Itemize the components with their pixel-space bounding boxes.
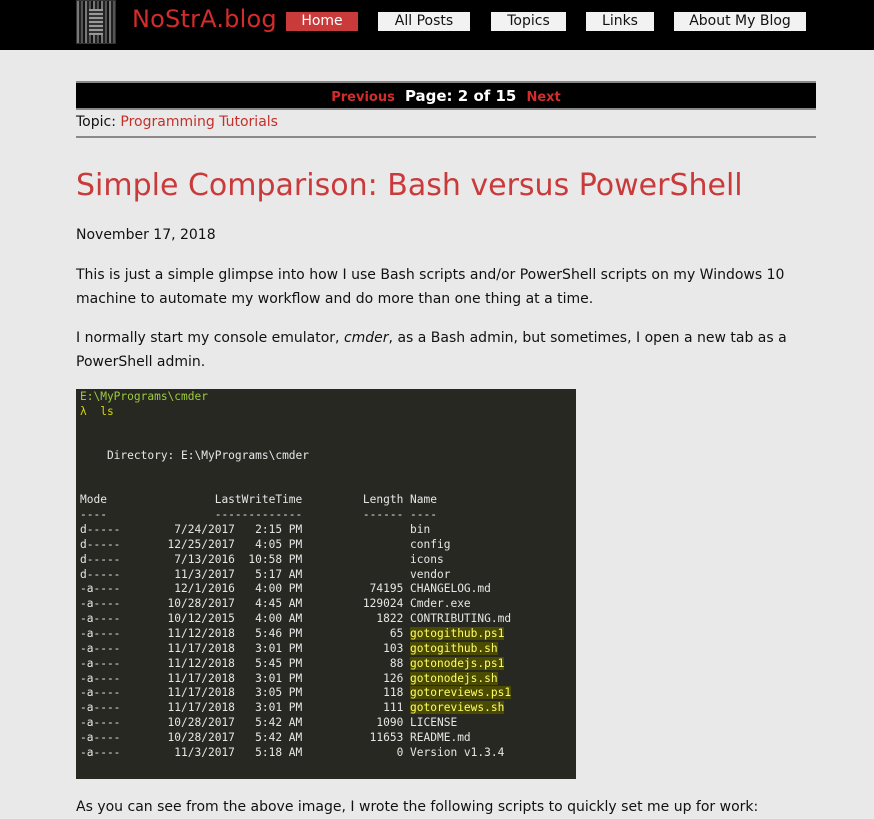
terminal-row-info: -a---- 11/17/2018 3:01 PM 103	[80, 641, 411, 655]
terminal-directory: Directory: E:\MyPrograms\cmder	[80, 449, 310, 462]
terminal-screenshot: E:\MyPrograms\cmder λ ls Directory: E:\M…	[76, 389, 576, 779]
terminal-divider: ---- ------------- ------ ----	[80, 508, 437, 521]
terminal-row: -a---- 12/1/2016 4:00 PM 74195 CHANGELOG…	[80, 581, 491, 596]
terminal-row-info: -a---- 10/12/2015 4:00 AM 1822	[80, 612, 411, 626]
post-paragraph: As you can see from the above image, I w…	[76, 799, 759, 815]
topic-label: Topic:	[76, 114, 121, 130]
topic-line: Topic: Programming Tutorials	[76, 114, 816, 138]
next-page-link[interactable]: Next	[526, 90, 560, 105]
terminal-file-name: README.md	[410, 730, 471, 744]
site-title[interactable]: NoStrA.blog	[132, 5, 277, 33]
terminal-file-name: gotogithub.ps1	[410, 626, 505, 640]
terminal-row: -a---- 10/28/2017 4:45 AM 129024 Cmder.e…	[80, 596, 471, 611]
nav-links[interactable]: Links	[586, 12, 654, 31]
terminal-file-name: bin	[410, 523, 431, 536]
terminal-row: -a---- 11/12/2018 5:45 PM 88 gotonodejs.…	[80, 656, 505, 671]
terminal-row-info: -a---- 11/17/2018 3:01 PM 126	[80, 671, 411, 685]
terminal-row-info: -a---- 10/28/2017 5:42 AM 1090	[80, 716, 411, 730]
terminal-row-info: -a---- 10/28/2017 5:42 AM 11653	[80, 730, 411, 744]
site-header: NoStrA.blog Home All Posts Topics Links …	[0, 0, 874, 50]
terminal-row-info: d----- 11/3/2017 5:17 AM	[80, 567, 411, 581]
page-indicator: Page: 2 of 15	[404, 87, 517, 105]
terminal-file-name: vendor	[410, 567, 451, 581]
terminal-row: -a---- 10/28/2017 5:42 AM 11653 README.m…	[80, 730, 471, 745]
terminal-row: -a---- 11/17/2018 3:01 PM 111 gotoreview…	[80, 700, 505, 715]
terminal-row: -a---- 10/28/2017 5:42 AM 1090 LICENSE	[80, 715, 457, 730]
terminal-row: -a---- 11/12/2018 5:46 PM 65 gotogithub.…	[80, 626, 505, 641]
terminal-row: -a---- 11/17/2018 3:01 PM 126 gotonodejs…	[80, 671, 498, 686]
terminal-file-name: gotonodejs.ps1	[410, 656, 505, 670]
terminal-column-header: Mode LastWriteTime Length Name	[80, 493, 437, 506]
terminal-row-info: d----- 7/24/2017 2:15 PM	[80, 523, 411, 536]
terminal-file-name: icons	[410, 552, 444, 566]
terminal-row: d----- 7/13/2016 10:58 PM icons	[80, 552, 444, 567]
terminal-row-info: -a---- 10/28/2017 4:45 AM 129024	[80, 597, 411, 611]
terminal-file-name: Version v1.3.4	[410, 745, 505, 759]
nav-home[interactable]: Home	[286, 12, 358, 31]
terminal-row-info: -a---- 11/12/2018 5:45 PM 88	[80, 656, 411, 670]
terminal-row-info: -a---- 12/1/2016 4:00 PM 74195	[80, 582, 411, 596]
logo-inner	[89, 9, 103, 35]
terminal-row: -a---- 11/3/2017 5:18 AM 0 Version v1.3.…	[80, 745, 504, 760]
post-paragraph: I normally start my console emulator, cm…	[76, 326, 816, 374]
emphasis-cmder: cmder	[343, 330, 389, 346]
terminal-file-name: Cmder.exe	[410, 597, 471, 611]
terminal-row-info: -a---- 11/3/2017 5:18 AM 0	[80, 745, 411, 759]
logo-icon[interactable]	[76, 0, 116, 44]
terminal-file-name: CONTRIBUTING.md	[410, 612, 512, 626]
terminal-row-info: d----- 12/25/2017 4:05 PM	[80, 537, 411, 551]
post-paragraph: This is just a simple glimpse into how I…	[76, 267, 785, 307]
nav-topics[interactable]: Topics	[491, 12, 566, 31]
terminal-row: d----- 7/24/2017 2:15 PM bin	[80, 522, 430, 537]
terminal-row-info: -a---- 11/17/2018 3:01 PM 111	[80, 701, 411, 715]
terminal-file-name: config	[410, 537, 451, 551]
nav-about[interactable]: About My Blog	[674, 12, 806, 31]
terminal-row: -a---- 11/17/2018 3:05 PM 118 gotoreview…	[80, 685, 512, 700]
terminal-row: d----- 11/3/2017 5:17 AM vendor	[80, 567, 450, 582]
terminal-row: -a---- 11/17/2018 3:01 PM 103 gotogithub…	[80, 641, 498, 656]
terminal-row: -a---- 10/12/2015 4:00 AM 1822 CONTRIBUT…	[80, 611, 511, 626]
terminal-row-info: d----- 7/13/2016 10:58 PM	[80, 552, 411, 566]
terminal-file-name: gotoreviews.sh	[410, 701, 505, 715]
nav-all-posts[interactable]: All Posts	[378, 12, 470, 31]
terminal-row-info: -a---- 11/17/2018 3:05 PM 118	[80, 686, 411, 700]
post-date: November 17, 2018	[76, 227, 216, 243]
paragraph-text: I normally start my console emulator,	[76, 330, 344, 346]
topic-link[interactable]: Programming Tutorials	[120, 114, 278, 130]
terminal-file-name: gotoreviews.ps1	[410, 686, 512, 700]
terminal-path: E:\MyPrograms\cmder	[80, 390, 208, 403]
terminal-file-name: gotogithub.sh	[410, 641, 498, 655]
terminal-file-name: gotonodejs.sh	[410, 671, 498, 685]
terminal-row: d----- 12/25/2017 4:05 PM config	[80, 537, 450, 552]
previous-page-link[interactable]: Previous	[331, 90, 395, 105]
terminal-prompt: λ ls	[80, 405, 114, 418]
terminal-row-info: -a---- 11/12/2018 5:46 PM 65	[80, 626, 411, 640]
terminal-file-name: LICENSE	[410, 716, 458, 730]
pagination-bar: Previous Page: 2 of 15 Next	[76, 81, 816, 110]
post-title[interactable]: Simple Comparison: Bash versus PowerShel…	[76, 168, 743, 203]
terminal-file-name: CHANGELOG.md	[410, 582, 491, 596]
